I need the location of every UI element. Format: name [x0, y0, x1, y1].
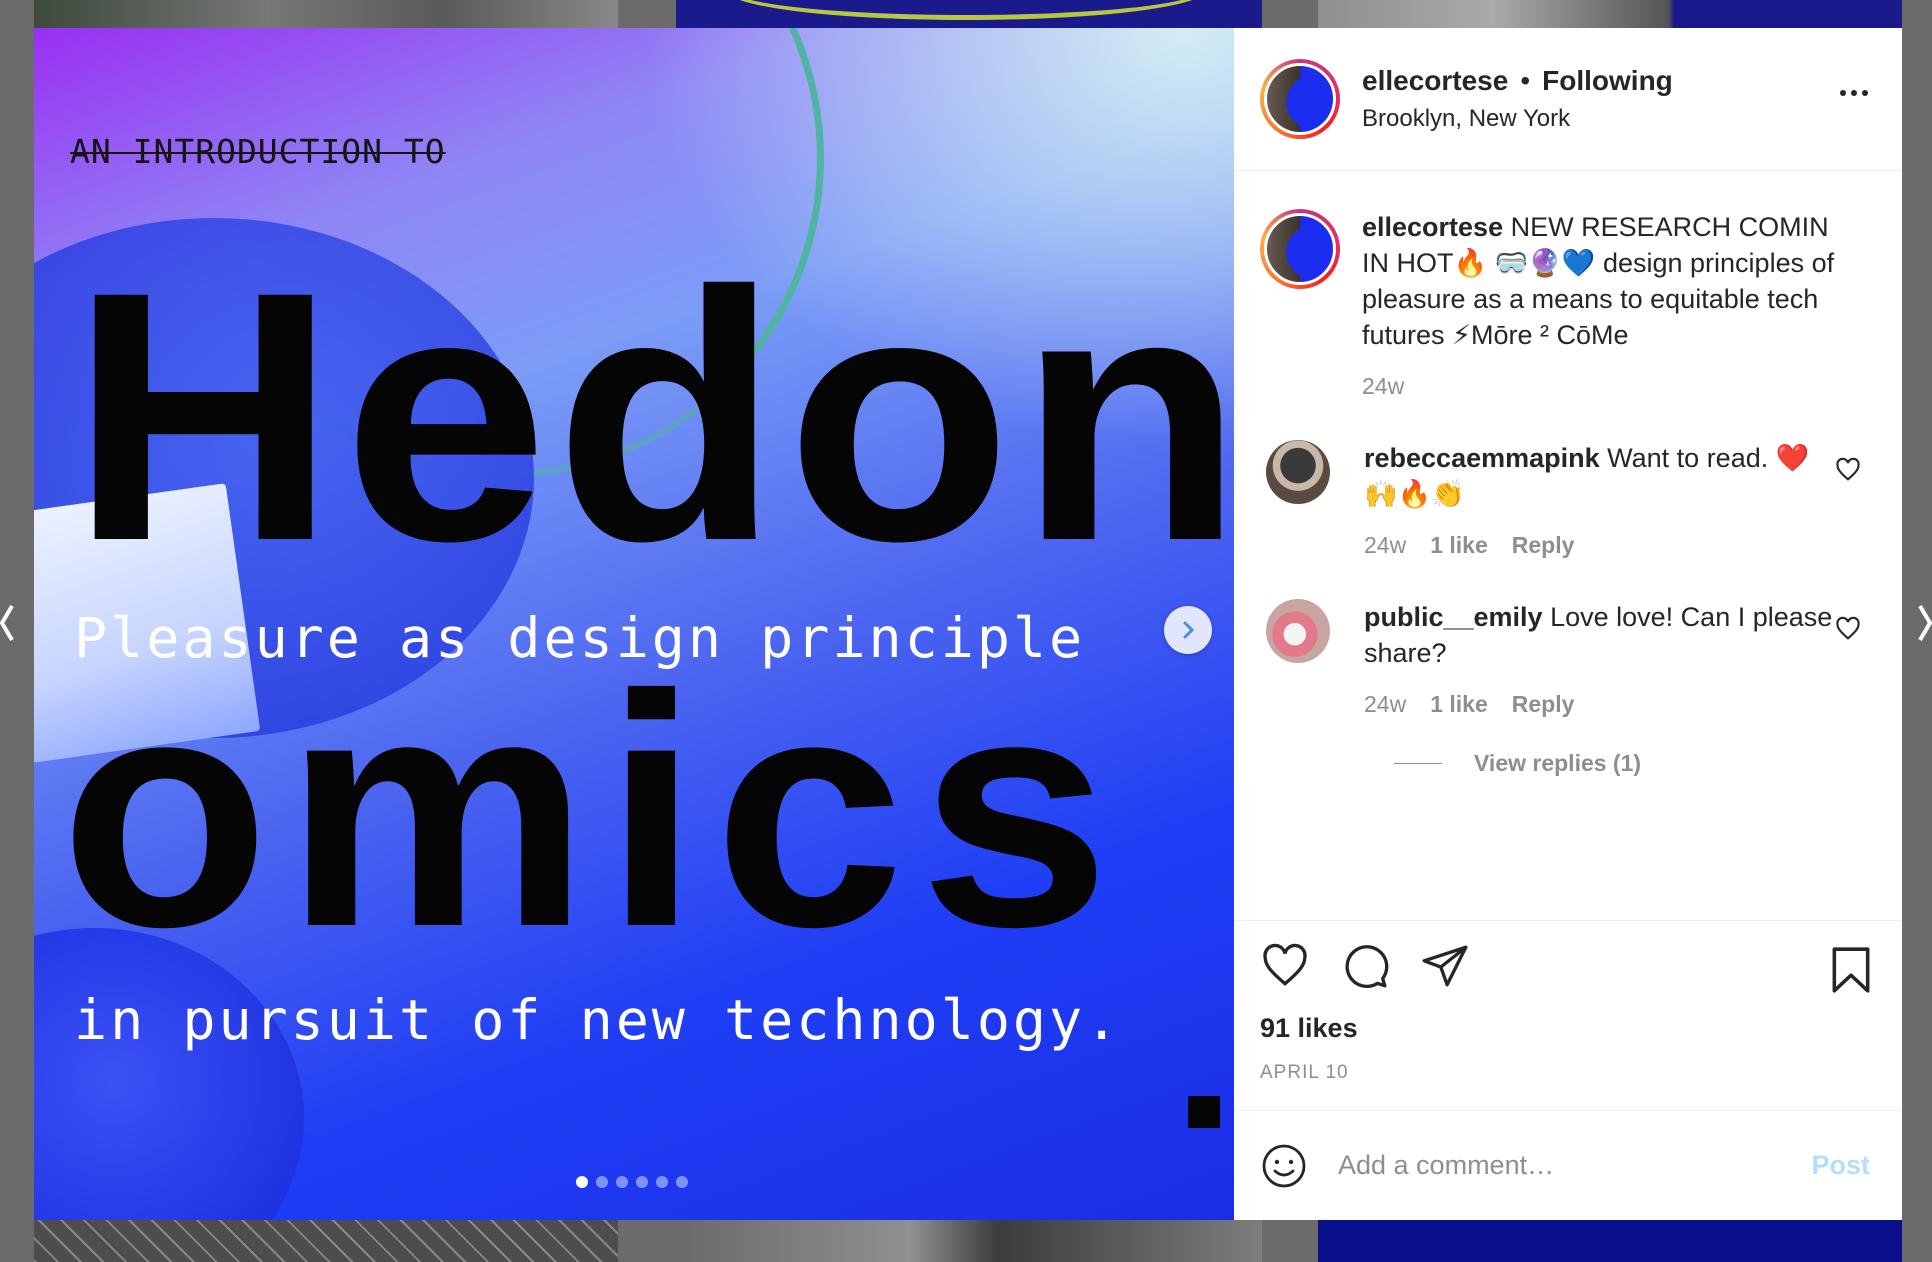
comments-list[interactable]: ellecortese NEW RESEARCH COMIN IN HOT🔥 🥽…	[1234, 171, 1902, 920]
carousel-dot	[676, 1176, 688, 1188]
carousel-next-button[interactable]	[1164, 606, 1212, 654]
comment-username[interactable]: public__emily	[1364, 602, 1543, 632]
image-subtitle-line: in pursuit of new technology.	[74, 988, 1122, 1052]
caption-time[interactable]: 24w	[1362, 373, 1404, 400]
image-period-square	[1188, 1096, 1220, 1128]
comment-item: rebeccaemmapink Want to read. ❤️🙌🔥👏 24w …	[1260, 440, 1874, 559]
post-header: ellecortese • Following Brooklyn, New Yo…	[1234, 28, 1902, 171]
post-actions: 91 likes APRIL 10	[1234, 920, 1902, 1110]
post-details-panel: ellecortese • Following Brooklyn, New Yo…	[1234, 28, 1902, 1220]
post-image[interactable]: AN INTRODUCTION TO Hedon· Pleasure as de…	[34, 28, 1234, 1220]
emoji-icon[interactable]	[1260, 1142, 1308, 1190]
caption-username[interactable]: ellecortese	[1362, 212, 1503, 242]
image-intro-text: AN INTRODUCTION TO	[70, 132, 446, 171]
avatar[interactable]	[1266, 599, 1330, 663]
view-replies-button[interactable]: View replies (1)	[1394, 750, 1874, 777]
following-button[interactable]: Following	[1542, 65, 1673, 97]
like-comment-icon[interactable]	[1834, 456, 1862, 484]
comment-username[interactable]: rebeccaemmapink	[1364, 443, 1600, 473]
comment-item: public__emily Love love! Can I please sh…	[1260, 599, 1874, 718]
comment-input[interactable]	[1338, 1150, 1812, 1181]
comment-likes[interactable]: 1 like	[1430, 691, 1488, 718]
like-comment-icon[interactable]	[1834, 615, 1862, 643]
carousel-dot	[616, 1176, 628, 1188]
comment-time[interactable]: 24w	[1364, 532, 1406, 559]
comment-time[interactable]: 24w	[1364, 691, 1406, 718]
add-comment-bar: Post	[1234, 1110, 1902, 1220]
previous-post-icon[interactable]	[0, 598, 14, 648]
chevron-right-icon	[1183, 621, 1195, 639]
more-options-icon[interactable]	[1840, 90, 1868, 96]
background-post-thumbnail[interactable]	[1318, 1220, 1902, 1262]
post-modal: AN INTRODUCTION TO Hedon· Pleasure as de…	[34, 28, 1902, 1220]
post-date[interactable]: APRIL 10	[1260, 1062, 1874, 1084]
background-post-thumbnail[interactable]	[676, 0, 1262, 28]
post-author-username[interactable]: ellecortese	[1362, 65, 1508, 97]
post-caption: ellecortese NEW RESEARCH COMIN IN HOT🔥 🥽…	[1260, 209, 1874, 400]
like-icon[interactable]	[1260, 941, 1310, 991]
comment-icon[interactable]	[1340, 941, 1390, 991]
post-location[interactable]: Brooklyn, New York	[1362, 105, 1673, 133]
carousel-dot	[656, 1176, 668, 1188]
comment-likes[interactable]: 1 like	[1430, 532, 1488, 559]
like-count[interactable]: 91 likes	[1260, 1013, 1874, 1044]
background-post-thumbnail[interactable]	[676, 1220, 1262, 1262]
background-post-thumbnail[interactable]	[1318, 0, 1902, 28]
view-replies-label: View replies (1)	[1474, 750, 1642, 776]
replies-divider	[1394, 763, 1442, 764]
carousel-indicator	[576, 1176, 688, 1188]
share-icon[interactable]	[1420, 941, 1470, 991]
avatar[interactable]	[1266, 440, 1330, 504]
background-post-thumbnail[interactable]	[34, 1220, 618, 1262]
image-headline-top: Hedon·	[70, 219, 1234, 615]
bookmark-icon[interactable]	[1828, 945, 1874, 995]
carousel-dot	[636, 1176, 648, 1188]
reply-button[interactable]: Reply	[1512, 691, 1575, 718]
background-post-thumbnail[interactable]	[34, 0, 618, 28]
next-post-icon[interactable]	[1918, 598, 1932, 648]
avatar[interactable]	[1260, 209, 1340, 289]
image-headline-bottom: omics	[60, 626, 1125, 995]
reply-button[interactable]: Reply	[1512, 532, 1575, 559]
post-comment-button[interactable]: Post	[1811, 1150, 1870, 1181]
avatar[interactable]	[1260, 59, 1340, 139]
separator-dot: •	[1520, 65, 1531, 96]
carousel-dot	[576, 1176, 588, 1188]
carousel-dot	[596, 1176, 608, 1188]
